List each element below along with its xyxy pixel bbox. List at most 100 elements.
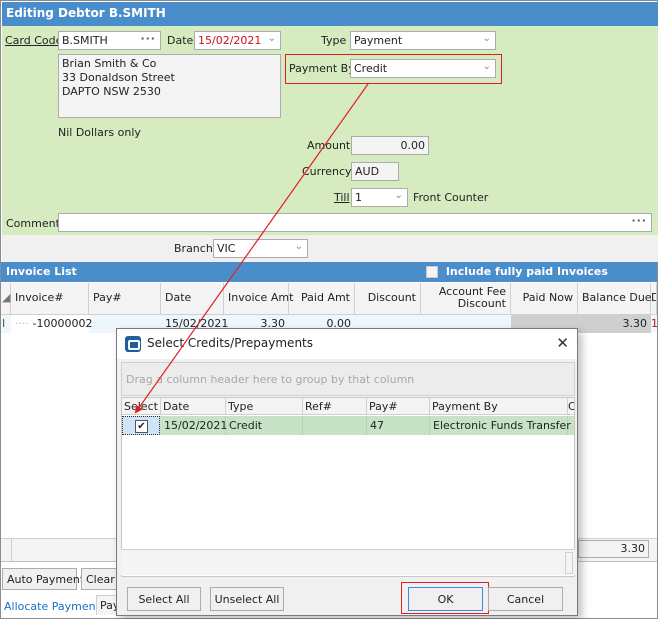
include-paid-label: Include fully paid Invoices <box>445 265 608 278</box>
window-title: Editing Debtor B.SMITH <box>2 2 658 26</box>
type-label: Type <box>321 34 347 47</box>
browse-icon[interactable]: ··· <box>140 32 156 45</box>
date-label: Date <box>167 34 194 47</box>
include-paid-toggle[interactable]: Include fully paid Invoices <box>426 265 608 278</box>
amount-in-words: Nil Dollars only <box>58 126 141 139</box>
select-all-label: Select All <box>138 593 190 606</box>
column-header-date[interactable]: Date <box>161 398 226 415</box>
ok-label: OK <box>437 593 454 606</box>
select-checkbox[interactable]: ✔ <box>135 420 148 433</box>
till-value: 1 <box>355 191 362 204</box>
date-input[interactable]: 15/02/2021 ⌄ <box>194 31 281 50</box>
card-code-label: Card Code <box>5 34 63 47</box>
credits-grid-footer <box>121 549 575 575</box>
include-paid-checkbox[interactable] <box>426 266 438 278</box>
currency-label: Currency <box>302 165 352 178</box>
payment-by-label: Payment By <box>289 62 355 75</box>
column-header-ref[interactable]: Ref# <box>303 398 367 415</box>
branch-band <box>2 235 658 262</box>
select-all-button[interactable]: Select All <box>127 587 201 611</box>
address-line: DAPTO NSW 2530 <box>62 85 161 98</box>
browse-icon[interactable]: ··· <box>631 214 647 227</box>
column-header-date[interactable]: Date <box>161 283 224 315</box>
payment-by-select[interactable]: Credit ⌄ <box>350 59 496 78</box>
chevron-down-icon[interactable]: ⌄ <box>483 61 491 72</box>
credit-row[interactable]: ✔ 15/02/2021 Credit 47 Electronic Funds … <box>122 416 574 435</box>
column-header-pay[interactable]: Pay# <box>367 398 430 415</box>
till-select[interactable]: 1 ⌄ <box>351 188 408 207</box>
ok-button[interactable]: OK <box>408 587 483 611</box>
select-cell[interactable]: ✔ <box>122 416 160 435</box>
invoice-grid-header: ◢ Invoice# Pay# Date Invoice Amt Paid Am… <box>1 283 657 315</box>
scroll-handle[interactable] <box>565 552 573 574</box>
chevron-down-icon[interactable]: ⌄ <box>483 33 491 44</box>
column-header-balance-due[interactable]: Balance Due <box>578 283 652 315</box>
branch-label: Branch <box>174 242 213 255</box>
invoice-list-title: Invoice List <box>6 265 77 278</box>
date-value: 15/02/2021 <box>198 34 262 47</box>
currency-input: AUD <box>351 162 399 181</box>
address-box: Brian Smith & Co 33 Donaldson Street DAP… <box>58 54 281 118</box>
column-header-paid-now[interactable]: Paid Now <box>511 283 578 315</box>
cell-date: 15/02/2021 <box>161 416 227 435</box>
column-header-payment-by[interactable]: Payment By <box>430 398 568 415</box>
unselect-all-button[interactable]: Unselect All <box>210 587 284 611</box>
group-by-panel[interactable]: Drag a column header here to group by th… <box>121 362 575 396</box>
cell-pay: 47 <box>367 416 430 435</box>
dialog-titlebar: Select Credits/Prepayments ✕ <box>117 329 577 359</box>
cell-payment-by: Electronic Funds Transfer <box>430 416 571 435</box>
auto-payment-button[interactable]: Auto Payment <box>2 568 84 590</box>
row-edit-icon: I <box>2 317 6 330</box>
cell-balance-due: 3.30 <box>578 315 651 333</box>
cancel-button[interactable]: Cancel <box>488 587 563 611</box>
type-value: Payment <box>354 34 403 47</box>
column-header-pay[interactable]: Pay# <box>89 283 161 315</box>
credits-grid-header: Select Date Type Ref# Pay# Payment By C <box>122 398 574 415</box>
sort-indicator-icon: ◢ <box>1 283 11 315</box>
close-icon[interactable]: ✕ <box>556 334 569 352</box>
cell-type: Credit <box>226 416 303 435</box>
card-code-input[interactable]: B.SMITH ··· <box>58 31 161 50</box>
till-name: Front Counter <box>413 191 489 204</box>
comment-label: Comment <box>6 217 60 230</box>
cell-d: 1 <box>651 317 657 330</box>
invoice-list-header: Invoice List Include fully paid Invoices <box>1 262 657 282</box>
column-header-c[interactable]: C <box>568 398 574 415</box>
branch-value: VIC <box>217 242 236 255</box>
cell-c <box>568 416 574 435</box>
total-balance-value: 3.30 <box>620 542 646 555</box>
tab-allocate-payments[interactable]: Allocate Payments <box>1 597 109 616</box>
app-logo-icon <box>125 336 141 352</box>
column-header-account-fee-discount[interactable]: Account Fee Discount <box>421 283 511 315</box>
column-header-discount[interactable]: Discount <box>355 283 421 315</box>
unselect-all-label: Unselect All <box>214 593 280 606</box>
select-credits-dialog: Select Credits/Prepayments ✕ Drag a colu… <box>116 328 578 616</box>
type-select[interactable]: Payment ⌄ <box>350 31 496 50</box>
branch-select[interactable]: VIC ⌄ <box>213 239 308 258</box>
footer-divider <box>11 539 12 561</box>
chevron-down-icon[interactable]: ⌄ <box>395 190 403 201</box>
amount-value: 0.00 <box>400 139 426 152</box>
total-balance-due: 3.30 <box>578 540 649 558</box>
cell-ref <box>303 416 367 435</box>
payment-by-value: Credit <box>354 62 388 75</box>
till-label: Till <box>334 191 350 204</box>
cell-invoice: ···· -10000002 <box>11 315 92 333</box>
column-header-type[interactable]: Type <box>226 398 303 415</box>
chevron-down-icon[interactable]: ⌄ <box>295 241 303 252</box>
chevron-down-icon[interactable]: ⌄ <box>268 33 276 44</box>
column-header-select[interactable]: Select <box>122 398 161 415</box>
column-header-invoice-amt[interactable]: Invoice Amt <box>224 283 293 315</box>
currency-value: AUD <box>355 165 380 178</box>
address-line: 33 Donaldson Street <box>62 71 175 84</box>
column-header-paid-amt[interactable]: Paid Amt <box>289 283 355 315</box>
column-header-invoice[interactable]: Invoice# <box>11 283 89 315</box>
card-code-value: B.SMITH <box>62 34 108 47</box>
amount-input[interactable]: 0.00 <box>351 136 429 155</box>
comment-input[interactable]: ··· <box>58 213 652 232</box>
dialog-title: Select Credits/Prepayments <box>147 336 314 350</box>
column-header-d[interactable]: D <box>651 283 657 315</box>
amount-label: Amount <box>307 139 351 152</box>
address-line: Brian Smith & Co <box>62 57 157 70</box>
cancel-label: Cancel <box>506 593 545 606</box>
